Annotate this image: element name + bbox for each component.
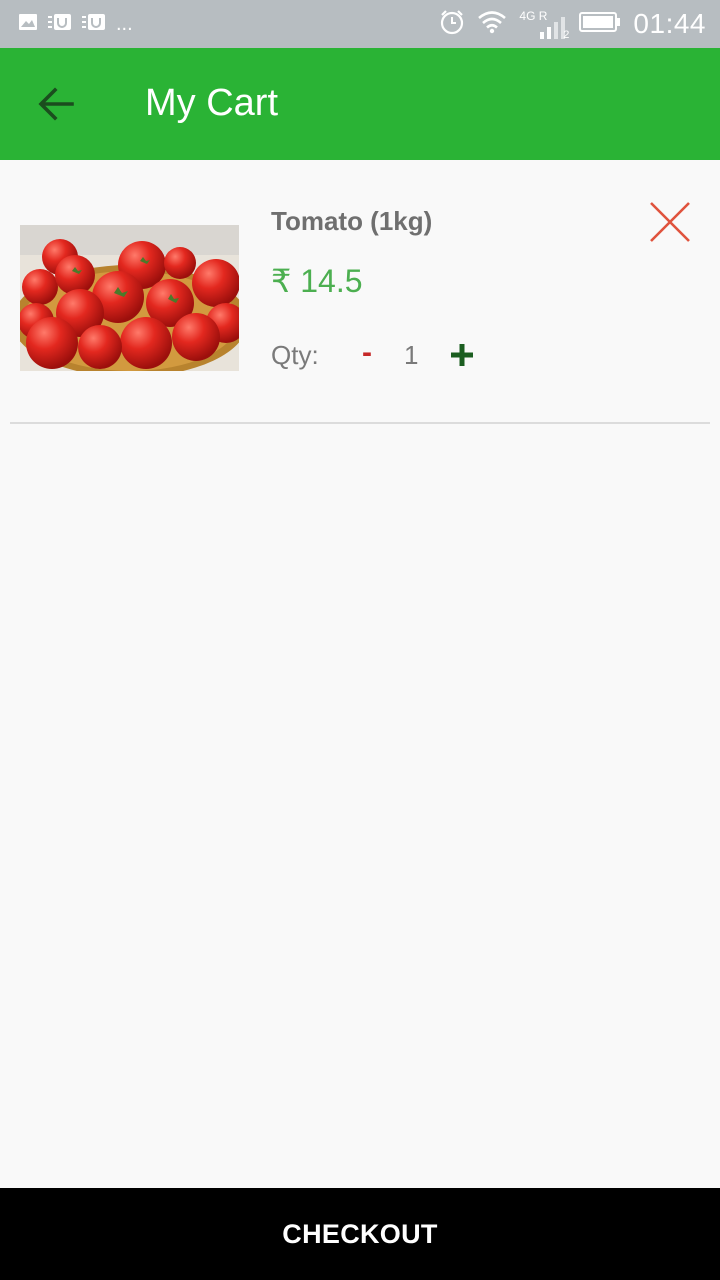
notification-icon bbox=[48, 12, 72, 37]
app-bar: My Cart bbox=[0, 48, 720, 160]
back-button[interactable] bbox=[28, 76, 84, 132]
arrow-back-icon bbox=[38, 87, 74, 121]
cart-item: Tomato (1kg) ₹ 14.5 Qty: - 1 bbox=[0, 160, 720, 424]
remove-item-button[interactable] bbox=[648, 200, 692, 244]
page-title: My Cart bbox=[145, 82, 278, 124]
signal-icon bbox=[540, 17, 566, 39]
close-icon bbox=[650, 202, 690, 242]
notification-icon bbox=[82, 12, 106, 37]
qty-label: Qty: bbox=[271, 340, 319, 370]
status-bar-system: 4G R 2 01:44 bbox=[439, 6, 706, 42]
item-divider bbox=[10, 422, 710, 424]
product-price: ₹ 14.5 bbox=[271, 263, 363, 299]
tomato-photo bbox=[20, 225, 239, 371]
overflow-dots: ... bbox=[116, 13, 133, 35]
wifi-icon bbox=[477, 10, 507, 39]
product-name: Tomato (1kg) bbox=[271, 206, 433, 236]
plus-icon bbox=[451, 344, 473, 366]
quantity-value: 1 bbox=[404, 340, 419, 370]
product-image bbox=[20, 225, 239, 371]
alarm-icon bbox=[439, 9, 465, 40]
checkout-label: CHECKOUT bbox=[282, 1218, 438, 1249]
checkout-button[interactable]: CHECKOUT bbox=[0, 1188, 720, 1280]
sim-slot: 2 bbox=[563, 29, 570, 41]
status-bar-notifications: ... bbox=[18, 12, 133, 37]
status-bar: ... 4G R 2 01:44 bbox=[0, 0, 720, 48]
mobile-network: 4G R 2 bbox=[519, 7, 570, 41]
clock: 01:44 bbox=[633, 8, 706, 39]
decrease-quantity-button[interactable]: - bbox=[355, 338, 379, 368]
battery-icon bbox=[579, 11, 621, 38]
image-icon bbox=[18, 12, 38, 37]
increase-quantity-button[interactable] bbox=[448, 341, 476, 369]
